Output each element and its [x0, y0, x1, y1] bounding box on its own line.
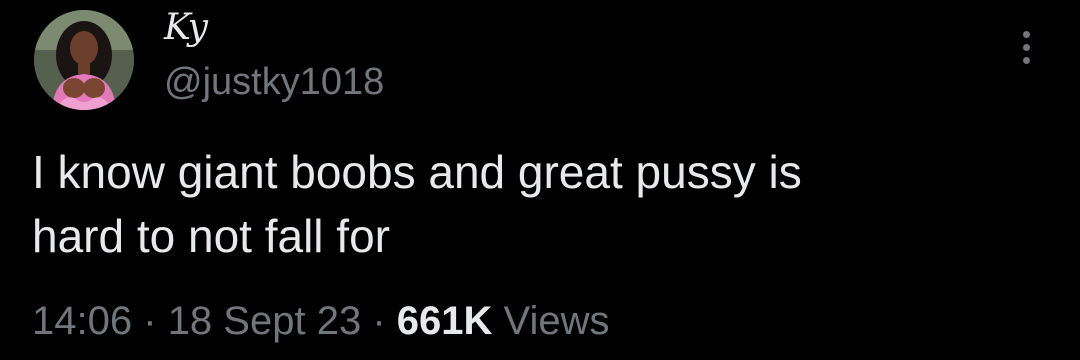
more-options-button[interactable] [1006, 22, 1046, 72]
meta-separator: · [143, 299, 157, 343]
avatar-image [34, 10, 134, 110]
display-name[interactable]: Ky [164, 8, 208, 48]
tweet-text: I know giant boobs and great pussy is ha… [32, 146, 802, 262]
more-vertical-icon-dot [1022, 43, 1030, 51]
user-handle[interactable]: @justky1018 [164, 60, 384, 104]
views-label: Views [503, 299, 610, 343]
meta-separator: · [372, 299, 386, 343]
tweet-date[interactable]: 18 Sept 23 [168, 299, 362, 343]
more-vertical-icon [1022, 30, 1030, 38]
tweet: Ky @justky1018 I know giant boobs and gr… [0, 0, 1080, 360]
tweet-meta: 14:06 · 18 Sept 23 · 661K Views [32, 296, 610, 346]
tweet-time[interactable]: 14:06 [32, 299, 132, 343]
more-vertical-icon-dot [1022, 56, 1030, 64]
avatar[interactable] [34, 10, 134, 110]
views-count: 661K [396, 299, 493, 343]
